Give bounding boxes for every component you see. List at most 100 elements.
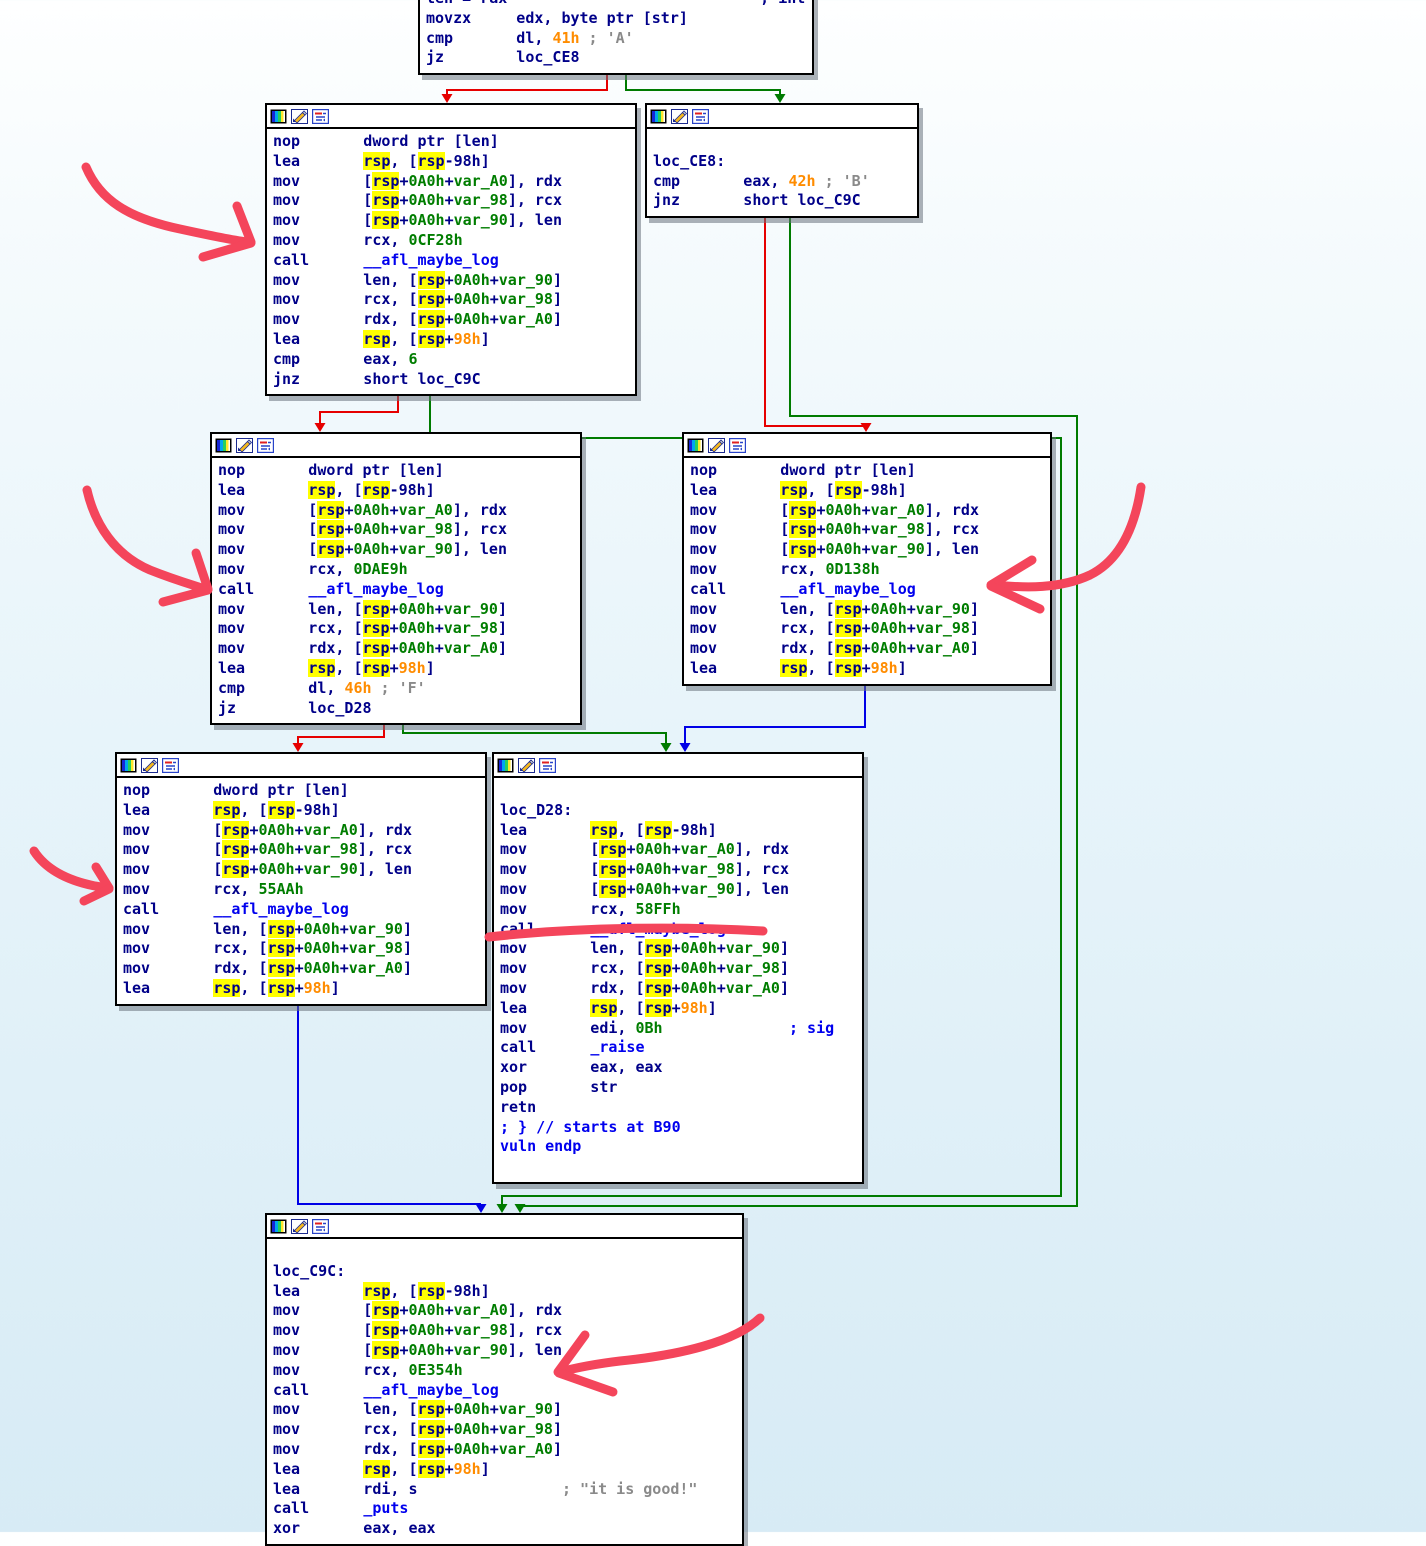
asm-line[interactable]: mov [rsp+0A0h+var_90], len [273, 1340, 738, 1361]
asm-line[interactable]: call _puts [273, 1499, 738, 1519]
asm-line[interactable]: lea rsp, [rsp+98h] [123, 978, 481, 999]
asm-line[interactable]: call __afl_maybe_log [273, 251, 631, 271]
asm-line[interactable]: jz loc_CE8 [426, 48, 808, 68]
graph-layout-icon[interactable] [312, 1218, 329, 1234]
asm-line[interactable]: cmp eax, 6 [273, 350, 631, 370]
graph-layout-icon[interactable] [729, 437, 746, 453]
edit-pencil-icon[interactable] [291, 1218, 308, 1234]
asm-line[interactable]: mov [rsp+0A0h+var_98], rcx [273, 1321, 738, 1341]
asm-line[interactable]: mov rcx, 55AAh [123, 880, 481, 900]
asm-line[interactable]: mov [rsp+0A0h+var_A0], rdx [273, 171, 631, 192]
asm-line[interactable]: nop dword ptr [len] [273, 132, 631, 152]
asm-line[interactable]: mov len, [rsp+0A0h+var_90] [273, 270, 631, 291]
asm-line[interactable]: mov [rsp+0A0h+var_98], rcx [690, 520, 1046, 540]
edit-pencil-icon[interactable] [671, 108, 688, 124]
asm-line[interactable]: mov rdx, [rsp+0A0h+var_A0] [273, 310, 631, 330]
asm-line[interactable]: loc_CE8: [653, 152, 913, 172]
asm-line[interactable]: mov edi, 0Bh ; sig [500, 1019, 858, 1039]
asm-line[interactable]: lea rsp, [rsp+98h] [273, 329, 631, 350]
asm-line[interactable]: lea rsp, [rsp-98h] [690, 480, 1046, 501]
asm-line[interactable]: mov rcx, [rsp+0A0h+var_98] [218, 619, 576, 639]
asm-line[interactable]: nop dword ptr [len] [123, 781, 481, 801]
edit-pencil-icon[interactable] [518, 757, 535, 773]
edit-pencil-icon[interactable] [291, 108, 308, 124]
asm-line[interactable]: lea rsp, [rsp-98h] [500, 820, 858, 841]
asm-line[interactable]: call _raise [500, 1038, 858, 1058]
edit-pencil-icon[interactable] [708, 437, 725, 453]
node-color-palette-icon[interactable] [650, 109, 667, 124]
asm-line[interactable]: ; } // starts at B90 [500, 1118, 858, 1138]
asm-line[interactable]: lea rsp, [rsp-98h] [273, 151, 631, 172]
edit-pencil-icon[interactable] [236, 437, 253, 453]
asm-line[interactable]: mov [rsp+0A0h+var_A0], rdx [218, 500, 576, 521]
asm-line[interactable]: mov [rsp+0A0h+var_98], rcx [273, 191, 631, 211]
asm-line[interactable]: mov rcx, [rsp+0A0h+var_98] [123, 939, 481, 959]
asm-line[interactable]: mov len, [rsp+0A0h+var_90] [218, 599, 576, 620]
graph-layout-icon[interactable] [312, 108, 329, 124]
asm-line[interactable]: mov [rsp+0A0h+var_A0], rdx [123, 820, 481, 841]
asm-line[interactable]: loc_C9C: [273, 1262, 738, 1282]
asm-line[interactable]: mov rdx, [rsp+0A0h+var_A0] [500, 978, 858, 999]
asm-line[interactable]: lea rsp, [rsp+98h] [273, 1459, 738, 1480]
asm-line[interactable]: mov rcx, [rsp+0A0h+var_98] [500, 959, 858, 979]
asm-line[interactable]: jz loc_D28 [218, 699, 576, 719]
node-afl-55AA[interactable]: nop dword ptr [len] lea rsp, [rsp-98h] mov… [115, 752, 487, 1006]
asm-line[interactable]: mov [rsp+0A0h+var_A0], rdx [273, 1301, 738, 1321]
asm-line[interactable]: mov rdx, [rsp+0A0h+var_A0] [123, 959, 481, 979]
node-loc-CE8[interactable]: loc_CE8: cmp eax, 42h ; 'B' jnz short loc_… [645, 103, 919, 219]
asm-line[interactable]: mov [rsp+0A0h+var_90], len [273, 211, 631, 231]
node-color-palette-icon[interactable] [270, 109, 287, 124]
asm-line[interactable]: lea rsp, [rsp+98h] [690, 658, 1046, 679]
asm-line[interactable]: mov len, [rsp+0A0h+var_90] [273, 1400, 738, 1420]
asm-line[interactable]: lea rsp, [rsp+98h] [500, 998, 858, 1019]
asm-line[interactable] [653, 132, 913, 152]
asm-line[interactable]: lea rsp, [rsp+98h] [218, 658, 576, 679]
asm-line[interactable]: retn [500, 1098, 858, 1118]
asm-line[interactable]: mov rcx, [rsp+0A0h+var_98] [273, 1420, 738, 1440]
asm-line[interactable]: lea rsp, [rsp-98h] [123, 800, 481, 821]
node-afl-0DAE9[interactable]: nop dword ptr [len] lea rsp, [rsp-98h] mov… [210, 432, 582, 726]
node-color-palette-icon[interactable] [497, 758, 514, 773]
asm-line[interactable]: mov rdx, [rsp+0A0h+var_A0] [273, 1439, 738, 1460]
node-color-palette-icon[interactable] [687, 438, 704, 453]
asm-line[interactable]: len = rax , int [426, 0, 808, 9]
asm-line[interactable]: vuln endp [500, 1137, 858, 1157]
asm-line[interactable]: xor eax, eax [500, 1058, 858, 1078]
asm-line[interactable]: mov [rsp+0A0h+var_90], len [500, 879, 858, 900]
asm-line[interactable]: cmp dl, 46h ; 'F' [218, 679, 576, 699]
asm-line[interactable]: mov rcx, 0E354h [273, 1361, 738, 1381]
asm-line[interactable]: call __afl_maybe_log [500, 920, 858, 940]
asm-line[interactable]: mov [rsp+0A0h+var_90], len [218, 540, 576, 560]
asm-line[interactable]: mov [rsp+0A0h+var_90], len [123, 860, 481, 880]
graph-layout-icon[interactable] [257, 437, 274, 453]
node-afl-0CF28[interactable]: nop dword ptr [len] lea rsp, [rsp-98h] mov… [265, 103, 637, 397]
asm-line[interactable]: mov rcx, 58FFh [500, 900, 858, 920]
graph-canvas[interactable]: len = rax , intmovzx edx, byte ptr [str]… [0, 0, 1426, 1546]
asm-line[interactable]: xor eax, eax [273, 1519, 738, 1539]
asm-line[interactable]: mov rcx, 0D138h [690, 560, 1046, 580]
node-entry-partial[interactable]: len = rax , intmovzx edx, byte ptr [str]… [418, 0, 814, 76]
asm-line[interactable]: jnz short loc_C9C [273, 370, 631, 390]
graph-layout-icon[interactable] [162, 757, 179, 773]
asm-line[interactable]: mov [rsp+0A0h+var_98], rcx [218, 520, 576, 540]
asm-line[interactable]: cmp dl, 41h ; 'A' [426, 29, 808, 49]
asm-line[interactable]: mov len, [rsp+0A0h+var_90] [123, 919, 481, 940]
asm-line[interactable]: mov [rsp+0A0h+var_90], len [690, 540, 1046, 560]
node-color-palette-icon[interactable] [215, 438, 232, 453]
asm-line[interactable] [273, 1242, 738, 1262]
asm-line[interactable]: mov [rsp+0A0h+var_98], rcx [500, 860, 858, 880]
asm-line[interactable]: call __afl_maybe_log [690, 580, 1046, 600]
asm-line[interactable] [500, 1157, 858, 1177]
node-afl-0D138[interactable]: nop dword ptr [len] lea rsp, [rsp-98h] mov… [682, 432, 1052, 686]
graph-layout-icon[interactable] [692, 108, 709, 124]
asm-line[interactable]: pop str [500, 1078, 858, 1098]
asm-line[interactable]: nop dword ptr [len] [218, 461, 576, 481]
asm-line[interactable]: mov rcx, 0DAE9h [218, 560, 576, 580]
asm-line[interactable]: lea rdi, s ; "it is good!" [273, 1480, 738, 1500]
asm-line[interactable]: call __afl_maybe_log [273, 1381, 738, 1401]
asm-line[interactable]: movzx edx, byte ptr [str] [426, 9, 808, 29]
asm-line[interactable]: mov len, [rsp+0A0h+var_90] [690, 599, 1046, 620]
asm-line[interactable]: lea rsp, [rsp-98h] [218, 480, 576, 501]
asm-line[interactable]: cmp eax, 42h ; 'B' [653, 172, 913, 192]
asm-line[interactable]: mov [rsp+0A0h+var_98], rcx [123, 840, 481, 860]
